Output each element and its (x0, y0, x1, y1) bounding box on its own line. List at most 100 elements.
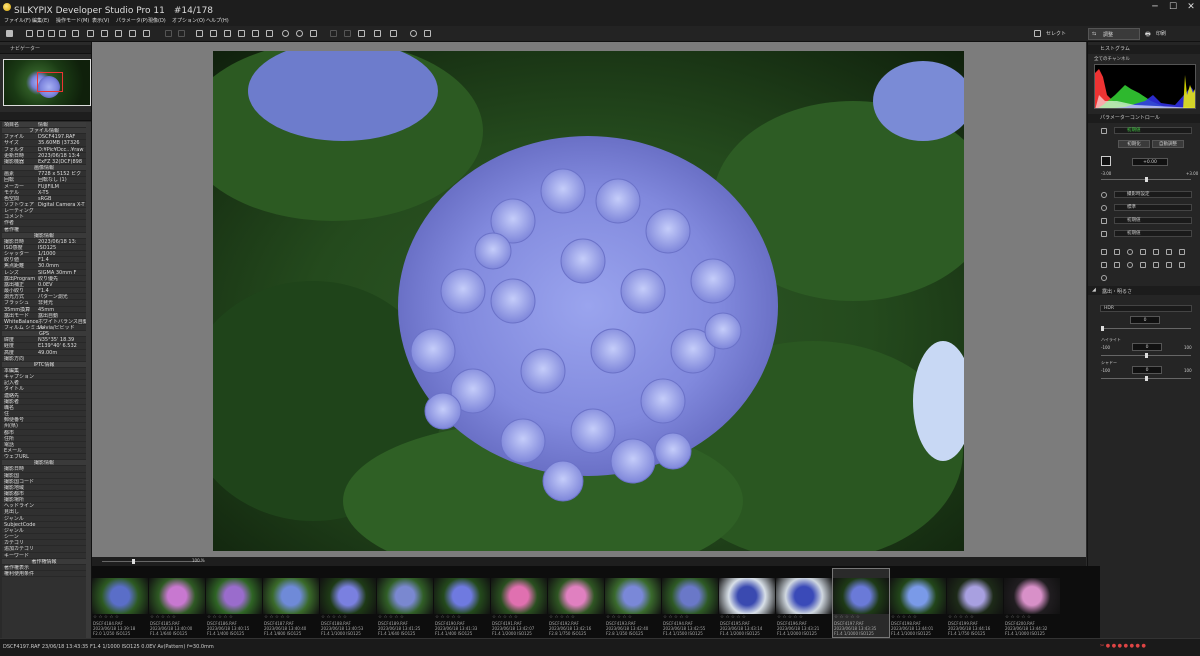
batch-icon[interactable] (374, 30, 381, 37)
menu-view[interactable]: 表示(V) (92, 17, 109, 24)
filmstrip-thumbnail[interactable]: ☆ ☆ ☆ ☆ ☆ DSCF4193.RAF 2023/06/18 13:42:40… (605, 569, 661, 637)
tool-curve-icon[interactable] (1114, 249, 1120, 255)
menu-parameter[interactable]: パラメータ(P) (116, 17, 148, 24)
nav-view-rect[interactable] (36, 71, 63, 92)
auto-adjust-button[interactable]: 自動調整 (1152, 140, 1184, 148)
rating-stars-icon[interactable]: ☆ ☆ ☆ ☆ ☆ (834, 615, 860, 620)
exposure-slider-knob[interactable] (1145, 177, 1148, 182)
hdr-value[interactable]: 0 (1130, 316, 1160, 324)
layout-split-icon[interactable] (37, 30, 44, 37)
contrast-select[interactable]: 標準 (1114, 204, 1192, 211)
tool-eye-icon[interactable] (1127, 262, 1133, 268)
expand-icon[interactable] (115, 30, 122, 37)
maximize-button[interactable]: ☐ (1166, 2, 1180, 12)
mode-icon[interactable] (6, 30, 13, 37)
menu-file[interactable]: ファイル(F) (4, 17, 31, 24)
redo-icon[interactable] (178, 30, 185, 37)
init-button[interactable]: 初期化 (1118, 140, 1150, 148)
color-icon[interactable] (1101, 231, 1107, 237)
zoom-icon[interactable] (410, 30, 417, 37)
filmstrip-thumbnail[interactable]: ☆ ☆ ☆ ☆ ☆ DSCF4191.RAF 2023/06/18 13:42:07… (491, 569, 547, 637)
minimize-button[interactable]: ─ (1148, 2, 1162, 12)
rating-stars-icon[interactable]: ☆ ☆ ☆ ☆ ☆ (1005, 615, 1031, 620)
develop-icon[interactable] (358, 30, 365, 37)
print-label[interactable]: 印刷 (1156, 30, 1166, 37)
rating-stars-icon[interactable]: ☆ ☆ ☆ ☆ ☆ (492, 615, 518, 620)
select-label[interactable]: セレクト (1046, 30, 1066, 37)
tool-line-icon[interactable] (1140, 262, 1146, 268)
adjust-tab[interactable]: ⇆ 調整 (1088, 28, 1140, 40)
filmstrip-thumbnail[interactable]: ☆ ☆ ☆ ☆ ☆ DSCF4194.RAF 2023/06/18 13:42:55… (662, 569, 718, 637)
filmstrip-thumbnail[interactable]: ☆ ☆ ☆ ☆ ☆ DSCF4189.RAF 2023/06/18 13:41:25… (377, 569, 433, 637)
exposure-value[interactable]: +0.00 (1132, 158, 1168, 166)
layout-thumbs-icon[interactable] (59, 30, 66, 37)
histogram-channel[interactable]: 全てのチャンネル (1094, 56, 1130, 62)
dropper-icon[interactable] (238, 30, 245, 37)
gear-icon[interactable] (1101, 128, 1107, 134)
tool-dodge-icon[interactable] (1114, 262, 1120, 268)
filmstrip-thumbnail[interactable]: ☆ ☆ ☆ ☆ ☆ DSCF4184.RAF 2023/06/18 13:39:18… (92, 569, 148, 637)
warning-icon[interactable] (143, 30, 150, 37)
menu-help[interactable]: ヘルプ(H) (206, 17, 229, 24)
menu-options[interactable]: オプション(O) (172, 17, 205, 24)
preview-photo[interactable] (213, 51, 964, 551)
rating-stars-icon[interactable]: ☆ ☆ ☆ ☆ ☆ (93, 615, 119, 620)
color-select[interactable]: 初期値 (1114, 230, 1192, 237)
rating-stars-icon[interactable]: ☆ ☆ ☆ ☆ ☆ (207, 615, 233, 620)
rating-stars-icon[interactable]: ☆ ☆ ☆ ☆ ☆ (549, 615, 575, 620)
tool-erase-icon[interactable] (1166, 262, 1172, 268)
menu-mode[interactable]: 操作モード(M) (56, 17, 89, 24)
tool-a-icon[interactable] (330, 30, 337, 37)
pick-color-icon[interactable] (196, 30, 203, 37)
contrast-icon[interactable] (1101, 205, 1107, 211)
filmstrip-thumbnail[interactable]: ☆ ☆ ☆ ☆ ☆ DSCF4195.RAF 2023/06/18 13:43:14… (719, 569, 775, 637)
layout-list-icon[interactable] (72, 30, 79, 37)
spot-icon[interactable] (310, 30, 317, 37)
tool-lens-icon[interactable] (1166, 249, 1172, 255)
filmstrip-thumbnail[interactable]: ☆ ☆ ☆ ☆ ☆ DSCF4192.RAF 2023/06/18 13:42:16… (548, 569, 604, 637)
filmstrip-thumbnail[interactable]: ☆ ☆ ☆ ☆ ☆ DSCF4197.RAF 2023/06/18 13:43:35… (832, 568, 890, 638)
tool-history-icon[interactable] (1101, 275, 1107, 281)
tool-hue-icon[interactable] (1127, 249, 1133, 255)
rating-stars-icon[interactable]: ☆ ☆ ☆ ☆ ☆ (606, 615, 632, 620)
hdr-slider-knob[interactable] (1101, 326, 1104, 331)
highlight-value[interactable]: 0 (1132, 343, 1162, 351)
filmstrip-thumbnail[interactable]: ☆ ☆ ☆ ☆ ☆ DSCF4187.RAF 2023/06/18 13:40:40… (263, 569, 319, 637)
exposure-section-header[interactable]: ◢ 露出・明るさ (1088, 286, 1200, 295)
close-button[interactable]: ✕ (1184, 2, 1198, 12)
tool-pen-icon[interactable] (1101, 262, 1107, 268)
rating-stars-icon[interactable]: ☆ ☆ ☆ ☆ ☆ (663, 615, 689, 620)
histogram-header[interactable]: ヒストグラム (1088, 45, 1200, 54)
info-scrollbar[interactable] (86, 122, 91, 638)
filmstrip-thumbnail[interactable]: ☆ ☆ ☆ ☆ ☆ DSCF4198.RAF 2023/06/18 13:44:01… (890, 569, 946, 637)
menu-develop[interactable]: 現像(D) (148, 17, 166, 24)
select-icon[interactable] (1034, 30, 1041, 37)
crop-icon[interactable] (252, 30, 259, 37)
straighten-icon[interactable] (266, 30, 273, 37)
full-screen-icon[interactable] (101, 30, 108, 37)
zoom-slider[interactable] (102, 561, 202, 562)
filter-icon[interactable] (424, 30, 431, 37)
rating-stars-icon[interactable]: ☆ ☆ ☆ ☆ ☆ (720, 615, 746, 620)
rating-stars-icon[interactable]: ☆ ☆ ☆ ☆ ☆ (777, 615, 803, 620)
wb-select[interactable]: 撮影時設定 (1114, 191, 1192, 198)
navigator-header[interactable]: ナビゲーター (0, 45, 91, 54)
print-icon[interactable]: 🖶 (1145, 30, 1151, 40)
tool-saturation-icon[interactable] (1140, 249, 1146, 255)
compare-icon[interactable] (129, 30, 136, 37)
tool-tone-icon[interactable] (1101, 249, 1107, 255)
wb-picker-icon[interactable] (210, 30, 217, 37)
sharpness-select[interactable]: 初期値 (1114, 217, 1192, 224)
rating-stars-icon[interactable]: ☆ ☆ ☆ ☆ ☆ (891, 615, 917, 620)
filmstrip-thumbnail[interactable]: ☆ ☆ ☆ ☆ ☆ DSCF4188.RAF 2023/06/18 13:40:53… (320, 569, 376, 637)
brush-icon[interactable] (224, 30, 231, 37)
tool-crop-icon[interactable] (1179, 262, 1185, 268)
filmstrip-thumbnail[interactable]: ☆ ☆ ☆ ☆ ☆ DSCF4199.RAF 2023/06/18 13:44:16… (947, 569, 1003, 637)
rating-stars-icon[interactable]: ☆ ☆ ☆ ☆ ☆ (378, 615, 404, 620)
filmstrip-thumbnail[interactable]: ☆ ☆ ☆ ☆ ☆ DSCF4196.RAF 2023/06/18 13:43:21… (776, 569, 832, 637)
filmstrip-thumbnail[interactable]: ☆ ☆ ☆ ☆ ☆ DSCF4185.RAF 2023/06/18 13:40:00… (149, 569, 205, 637)
tool-b-icon[interactable] (344, 30, 351, 37)
rating-stars-icon[interactable]: ☆ ☆ ☆ ☆ ☆ (150, 615, 176, 620)
shadow-value[interactable]: 0 (1132, 366, 1162, 374)
zoom-slider-knob[interactable] (132, 559, 135, 564)
